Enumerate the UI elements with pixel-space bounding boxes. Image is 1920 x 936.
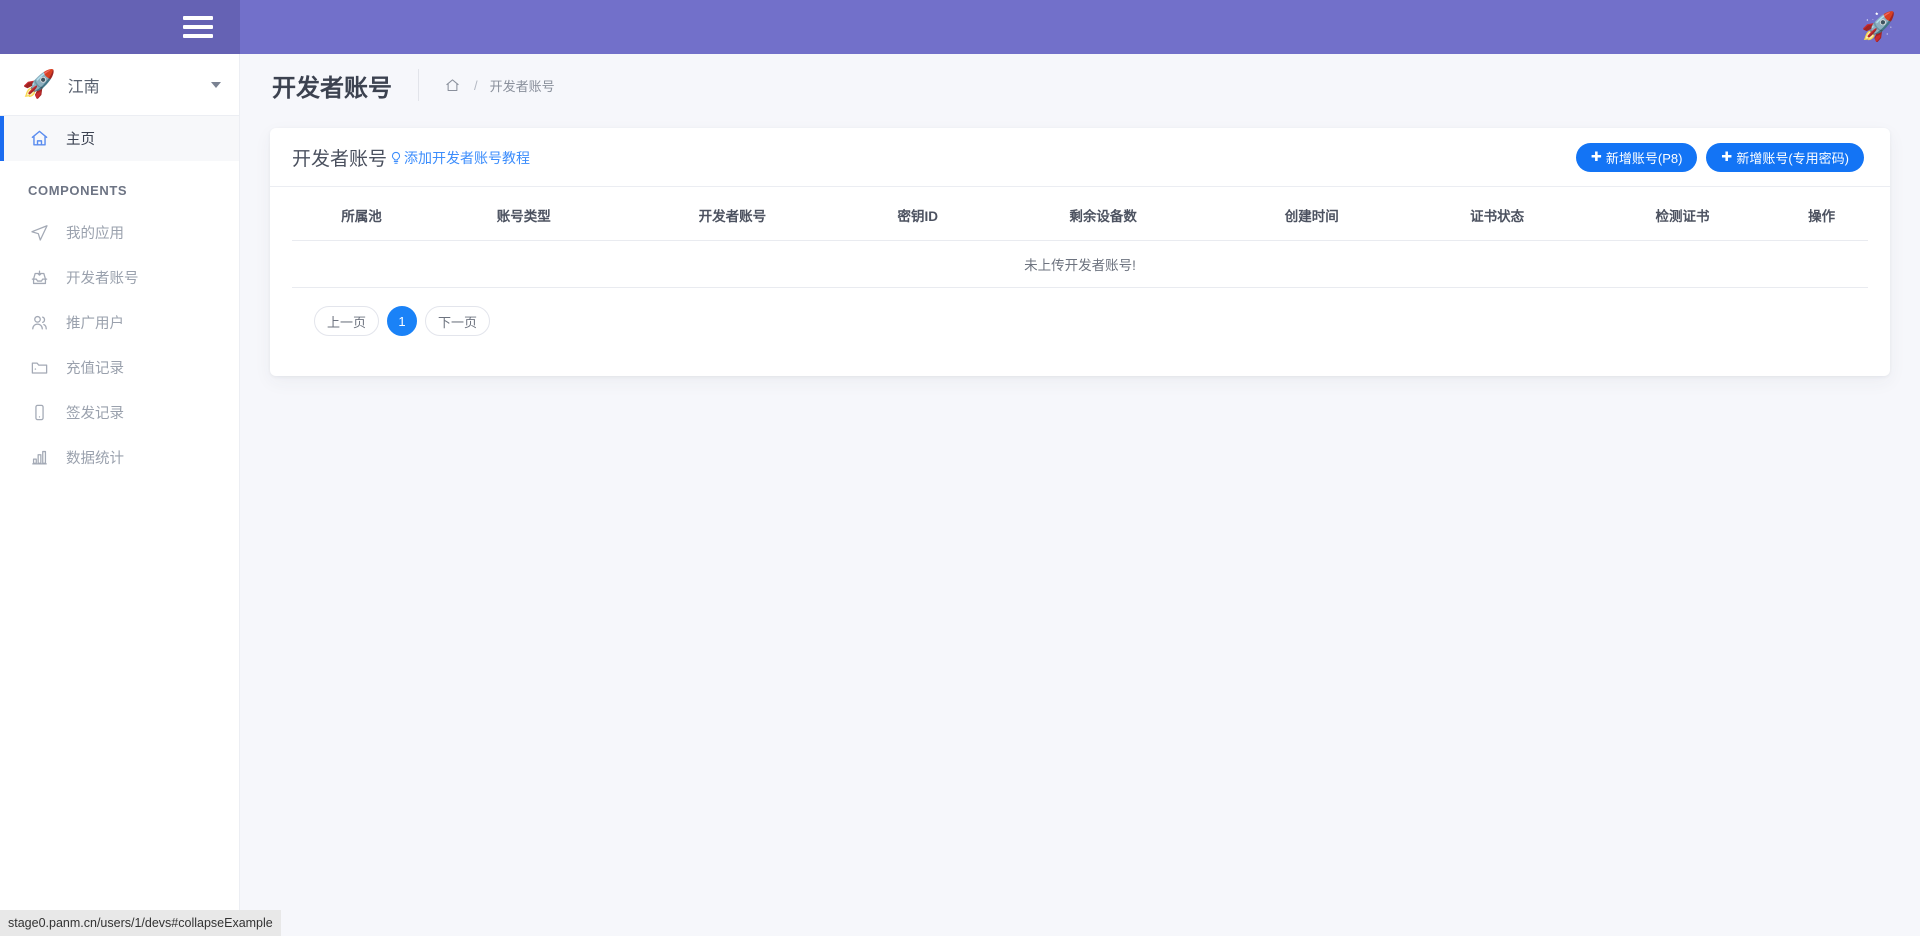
home-icon	[28, 128, 50, 150]
pagination: 上一页 1 下一页	[292, 288, 1868, 336]
empty-message: 未上传开发者账号!	[292, 241, 1868, 288]
add-account-p8-label: 新增账号(P8)	[1606, 148, 1683, 167]
sidebar-item-label: 推广用户	[66, 312, 124, 333]
sidebar-item-statistics[interactable]: 数据统计	[0, 435, 239, 480]
column-header-account-type: 账号类型	[431, 187, 616, 241]
brand-selector[interactable]: 🚀 江南	[0, 54, 239, 116]
sidebar-item-promo-users[interactable]: 推广用户	[0, 300, 239, 345]
breadcrumb-separator: /	[474, 78, 478, 93]
add-account-app-password-label: 新增账号(专用密码)	[1736, 148, 1849, 167]
sidebar-item-home[interactable]: 主页	[0, 116, 239, 161]
card-title: 开发者账号	[292, 144, 387, 171]
brand-name: 江南	[68, 73, 211, 97]
card-title-wrap: 开发者账号 添加开发者账号教程	[292, 144, 530, 171]
sidebar-item-label: 主页	[66, 128, 95, 149]
sidebar-item-issue-records[interactable]: 签发记录	[0, 390, 239, 435]
header-divider	[418, 69, 419, 101]
sidebar-item-label: 充值记录	[66, 357, 124, 378]
sidebar-section-title: COMPONENTS	[0, 161, 239, 210]
table-head: 所属池 账号类型 开发者账号 密钥ID 剩余设备数 创建时间 证书状态 检测证书…	[292, 187, 1868, 241]
bar-chart-icon	[28, 447, 50, 469]
breadcrumb-current: 开发者账号	[490, 76, 555, 95]
add-account-app-password-button[interactable]: ✚ 新增账号(专用密码)	[1706, 143, 1864, 172]
table-container: 所属池 账号类型 开发者账号 密钥ID 剩余设备数 创建时间 证书状态 检测证书…	[270, 187, 1890, 336]
lightbulb-icon	[389, 151, 403, 165]
sidebar-nav: 主页 COMPONENTS 我的应用 开发者账号 推广用户 充值记录	[0, 116, 239, 480]
plus-icon: ✚	[1591, 149, 1602, 165]
sidebar-item-label: 签发记录	[66, 402, 124, 423]
column-header-pool: 所属池	[292, 187, 431, 241]
dev-accounts-table: 所属池 账号类型 开发者账号 密钥ID 剩余设备数 创建时间 证书状态 检测证书…	[292, 187, 1868, 288]
rocket-logo-icon[interactable]: 🚀	[1861, 13, 1896, 41]
hamburger-bar	[183, 16, 213, 20]
status-bar: stage0.panm.cn/users/1/devs#collapseExam…	[0, 910, 281, 936]
column-header-cert-status: 证书状态	[1404, 187, 1589, 241]
rocket-icon: 🚀	[22, 71, 56, 98]
folder-icon	[28, 357, 50, 379]
page-title: 开发者账号	[272, 68, 392, 103]
navbar-left-section	[0, 0, 240, 54]
menu-toggle-icon[interactable]	[183, 16, 213, 38]
sidebar-item-label: 数据统计	[66, 447, 124, 468]
users-icon	[28, 312, 50, 334]
pagination-page-1-button[interactable]: 1	[387, 306, 417, 336]
chevron-down-icon[interactable]	[211, 82, 221, 88]
sidebar-item-my-apps[interactable]: 我的应用	[0, 210, 239, 255]
table-body: 未上传开发者账号!	[292, 241, 1868, 288]
tutorial-link-label: 添加开发者账号教程	[404, 148, 530, 168]
pagination-prev-button[interactable]: 上一页	[314, 306, 379, 336]
send-icon	[28, 222, 50, 244]
sidebar-item-dev-accounts[interactable]: 开发者账号	[0, 255, 239, 300]
navbar-right-section: 🚀	[240, 0, 1920, 54]
sidebar-item-label: 我的应用	[66, 222, 124, 243]
pagination-next-button[interactable]: 下一页	[425, 306, 490, 336]
card-actions: ✚ 新增账号(P8) ✚ 新增账号(专用密码)	[1576, 143, 1864, 172]
table-header-row: 所属池 账号类型 开发者账号 密钥ID 剩余设备数 创建时间 证书状态 检测证书…	[292, 187, 1868, 241]
column-header-dev-account: 开发者账号	[616, 187, 848, 241]
add-account-p8-button[interactable]: ✚ 新增账号(P8)	[1576, 143, 1697, 172]
inbox-download-icon	[28, 267, 50, 289]
card-header: 开发者账号 添加开发者账号教程 ✚ 新增账号(P8) ✚ 新增账号(专用密码)	[270, 128, 1890, 187]
top-navbar: 🚀	[0, 0, 1920, 54]
smartphone-icon	[28, 402, 50, 424]
sidebar: 🚀 江南 主页 COMPONENTS 我的应用 开发者账号	[0, 54, 240, 936]
column-header-check-cert: 检测证书	[1590, 187, 1775, 241]
column-header-created-at: 创建时间	[1219, 187, 1404, 241]
column-header-remaining-devices: 剩余设备数	[987, 187, 1219, 241]
sidebar-item-recharge-records[interactable]: 充值记录	[0, 345, 239, 390]
tutorial-link[interactable]: 添加开发者账号教程	[387, 148, 530, 168]
column-header-actions: 操作	[1775, 187, 1868, 241]
breadcrumb: / 开发者账号	[445, 76, 555, 95]
dev-accounts-card: 开发者账号 添加开发者账号教程 ✚ 新增账号(P8) ✚ 新增账号(专用密码)	[270, 128, 1890, 376]
page-header: 开发者账号 / 开发者账号	[240, 54, 1920, 116]
hamburger-bar	[183, 25, 213, 29]
sidebar-item-label: 开发者账号	[66, 267, 139, 288]
plus-icon: ✚	[1721, 149, 1732, 165]
table-empty-row: 未上传开发者账号!	[292, 241, 1868, 288]
home-icon[interactable]	[445, 78, 460, 93]
column-header-key-id: 密钥ID	[848, 187, 987, 241]
hamburger-bar	[183, 34, 213, 38]
